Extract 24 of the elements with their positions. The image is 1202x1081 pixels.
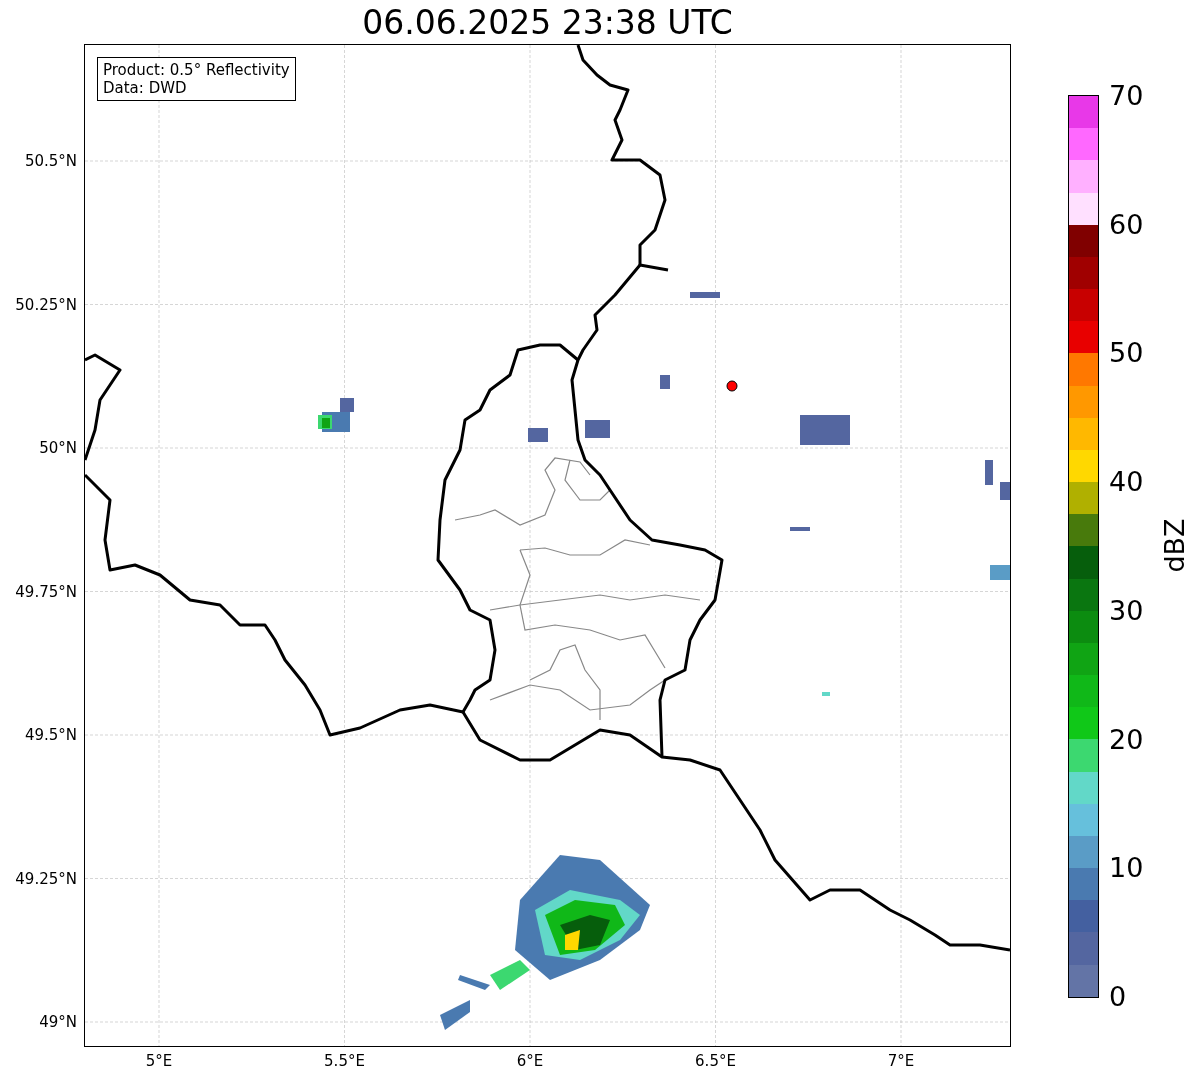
x-tick-label: 5.5°E — [324, 1052, 365, 1070]
y-tick-label: 49.75°N — [15, 582, 77, 601]
colorbar-tick-label: 0 — [1109, 982, 1127, 1010]
x-tick-label: 7°E — [887, 1052, 915, 1070]
colorbar-tick-label: 50 — [1109, 338, 1144, 366]
y-tick-label: 50.25°N — [15, 295, 77, 314]
y-tick-label: 50°N — [39, 439, 77, 457]
y-tick-label: 49.5°N — [24, 726, 77, 744]
y-tick-label: 49°N — [39, 1013, 77, 1031]
colorbar-label: dBZ — [1158, 518, 1190, 573]
y-tick-label: 50.5°N — [24, 152, 77, 170]
colorbar-tick-label: 40 — [1109, 467, 1144, 495]
colorbar-tick-label: 60 — [1109, 210, 1144, 238]
x-tick-label: 6.5°E — [695, 1052, 736, 1070]
colorbar-tick-label: 20 — [1109, 725, 1144, 753]
plot-title: 06.06.2025 23:38 UTC — [362, 6, 733, 39]
colorbar-tick-label: 10 — [1109, 853, 1144, 881]
colorbar-tick-label: 30 — [1109, 596, 1144, 624]
x-tick-label: 6°E — [516, 1052, 544, 1070]
y-tick-label: 49.25°N — [15, 869, 77, 888]
legend-text: Product: 0.5° Reflectivity — [103, 61, 290, 79]
legend-text: Data: DWD — [103, 79, 188, 97]
colorbar-tick-label: 70 — [1109, 81, 1144, 109]
x-tick-label: 5°E — [145, 1052, 173, 1070]
